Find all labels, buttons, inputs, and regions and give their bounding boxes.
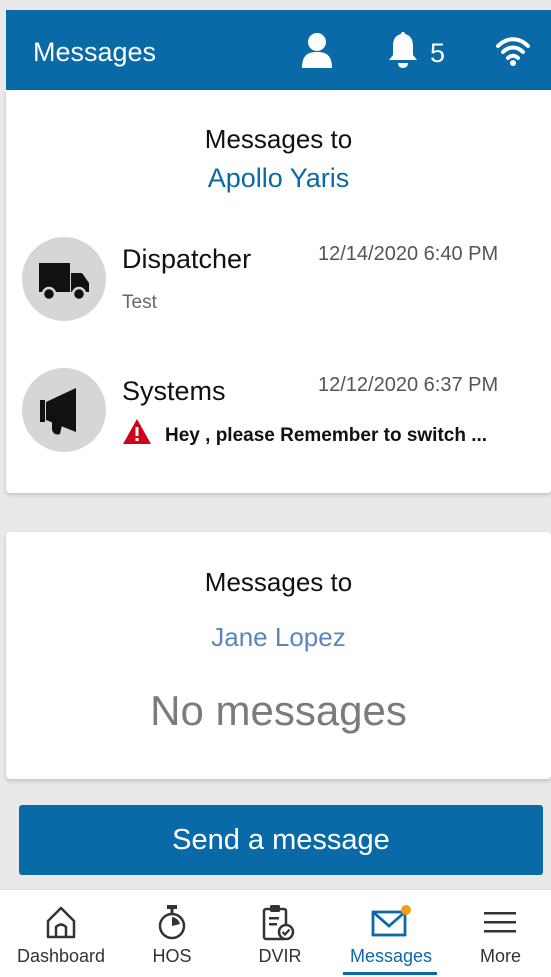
clipboard-check-icon xyxy=(262,905,295,941)
avatar xyxy=(22,368,106,452)
menu-icon xyxy=(484,912,516,933)
message-preview: Test xyxy=(122,292,157,313)
app-bar: Messages 5 xyxy=(6,10,551,90)
wifi-icon[interactable] xyxy=(496,35,530,72)
bottom-nav: Dashboard HOS DVIR Messages More xyxy=(0,889,551,977)
message-datetime: 12/14/2020 6:40 PM xyxy=(318,243,499,265)
bell-icon[interactable] xyxy=(387,30,419,75)
nav-label: HOS xyxy=(152,946,192,966)
messages-card-apollo: Messages to Apollo Yaris Dispatcher 12/1… xyxy=(6,90,551,493)
messages-card-jane: Messages to Jane Lopez No messages xyxy=(6,532,551,779)
recipient-name[interactable]: Jane Lopez xyxy=(6,622,551,653)
nav-item-dvir[interactable]: DVIR xyxy=(230,890,330,977)
top-frame xyxy=(0,0,551,10)
messages-to-label: Messages to xyxy=(204,124,353,154)
messages-to-label: Messages to xyxy=(204,567,353,597)
nav-item-hos[interactable]: HOS xyxy=(122,890,222,977)
active-tab-indicator xyxy=(343,972,437,975)
message-preview: Hey , please Remember to switch ... xyxy=(165,425,488,446)
truck-icon xyxy=(39,263,89,302)
recipient-name[interactable]: Apollo Yaris xyxy=(6,163,551,194)
avatar xyxy=(22,237,106,321)
nav-item-more[interactable]: More xyxy=(450,890,551,977)
sender-name: Dispatcher xyxy=(122,244,252,274)
send-message-button[interactable]: Send a message xyxy=(19,805,543,875)
nav-item-messages[interactable]: Messages xyxy=(336,890,446,977)
sender-name: Systems xyxy=(122,376,226,406)
warning-icon xyxy=(122,418,152,450)
nav-label: More xyxy=(479,946,521,966)
nav-label: Dashboard xyxy=(16,946,106,966)
notification-count: 5 xyxy=(430,38,446,68)
megaphone-icon xyxy=(40,388,76,435)
message-datetime: 12/12/2020 6:37 PM xyxy=(318,374,499,396)
page-title: Messages xyxy=(33,37,157,67)
envelope-icon xyxy=(371,905,411,937)
stopwatch-icon xyxy=(158,905,186,940)
user-icon[interactable] xyxy=(302,32,332,73)
empty-state-text: No messages xyxy=(150,687,407,734)
nav-label: Messages xyxy=(349,946,433,966)
home-icon xyxy=(46,906,76,939)
nav-label: DVIR xyxy=(258,946,302,966)
nav-item-dashboard[interactable]: Dashboard xyxy=(0,890,122,977)
